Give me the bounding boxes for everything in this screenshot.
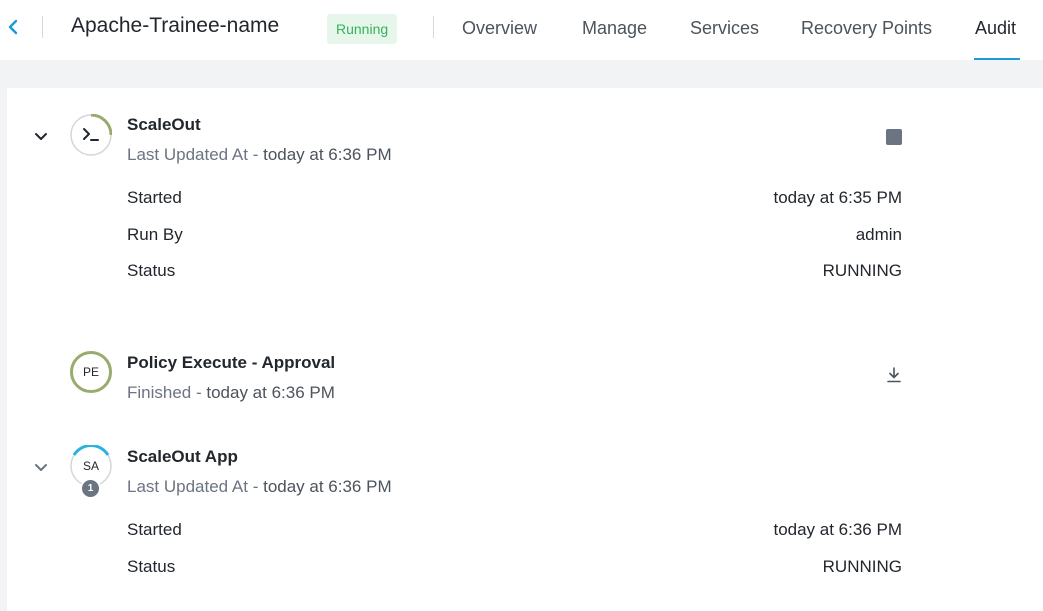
detail-label: Status: [127, 261, 176, 280]
entry-subtitle: Finished - today at 6:36 PM: [127, 383, 335, 402]
detail-label: Run By: [127, 225, 183, 244]
chevron-down-icon[interactable]: [33, 129, 49, 145]
chevron-down-icon[interactable]: [33, 460, 49, 476]
detail-value: today at 6:36 PM: [773, 520, 902, 539]
detail-value: RUNNING: [822, 557, 902, 576]
entry-title: ScaleOut: [127, 115, 201, 134]
detail-value: today at 6:35 PM: [773, 188, 902, 207]
stop-icon[interactable]: [886, 129, 902, 145]
detail-value: admin: [855, 225, 902, 244]
entry-title: ScaleOut App: [127, 447, 238, 466]
detail-label: Status: [127, 557, 176, 576]
entry-subtitle: Last Updated At - today at 6:36 PM: [127, 145, 392, 164]
download-icon[interactable]: [885, 366, 903, 384]
entry-subtitle: Last Updated At - today at 6:36 PM: [127, 477, 392, 496]
entry-title: Policy Execute - Approval: [127, 353, 336, 372]
count-badge: 1: [80, 478, 101, 499]
terminal-icon: [70, 114, 112, 156]
node-initials: PE: [82, 365, 99, 379]
detail-label: Started: [127, 188, 182, 207]
node-initials: SA: [82, 459, 99, 473]
detail-value: RUNNING: [822, 261, 902, 280]
policy-execute-node: PE: [70, 351, 112, 393]
detail-label: Started: [127, 520, 182, 539]
